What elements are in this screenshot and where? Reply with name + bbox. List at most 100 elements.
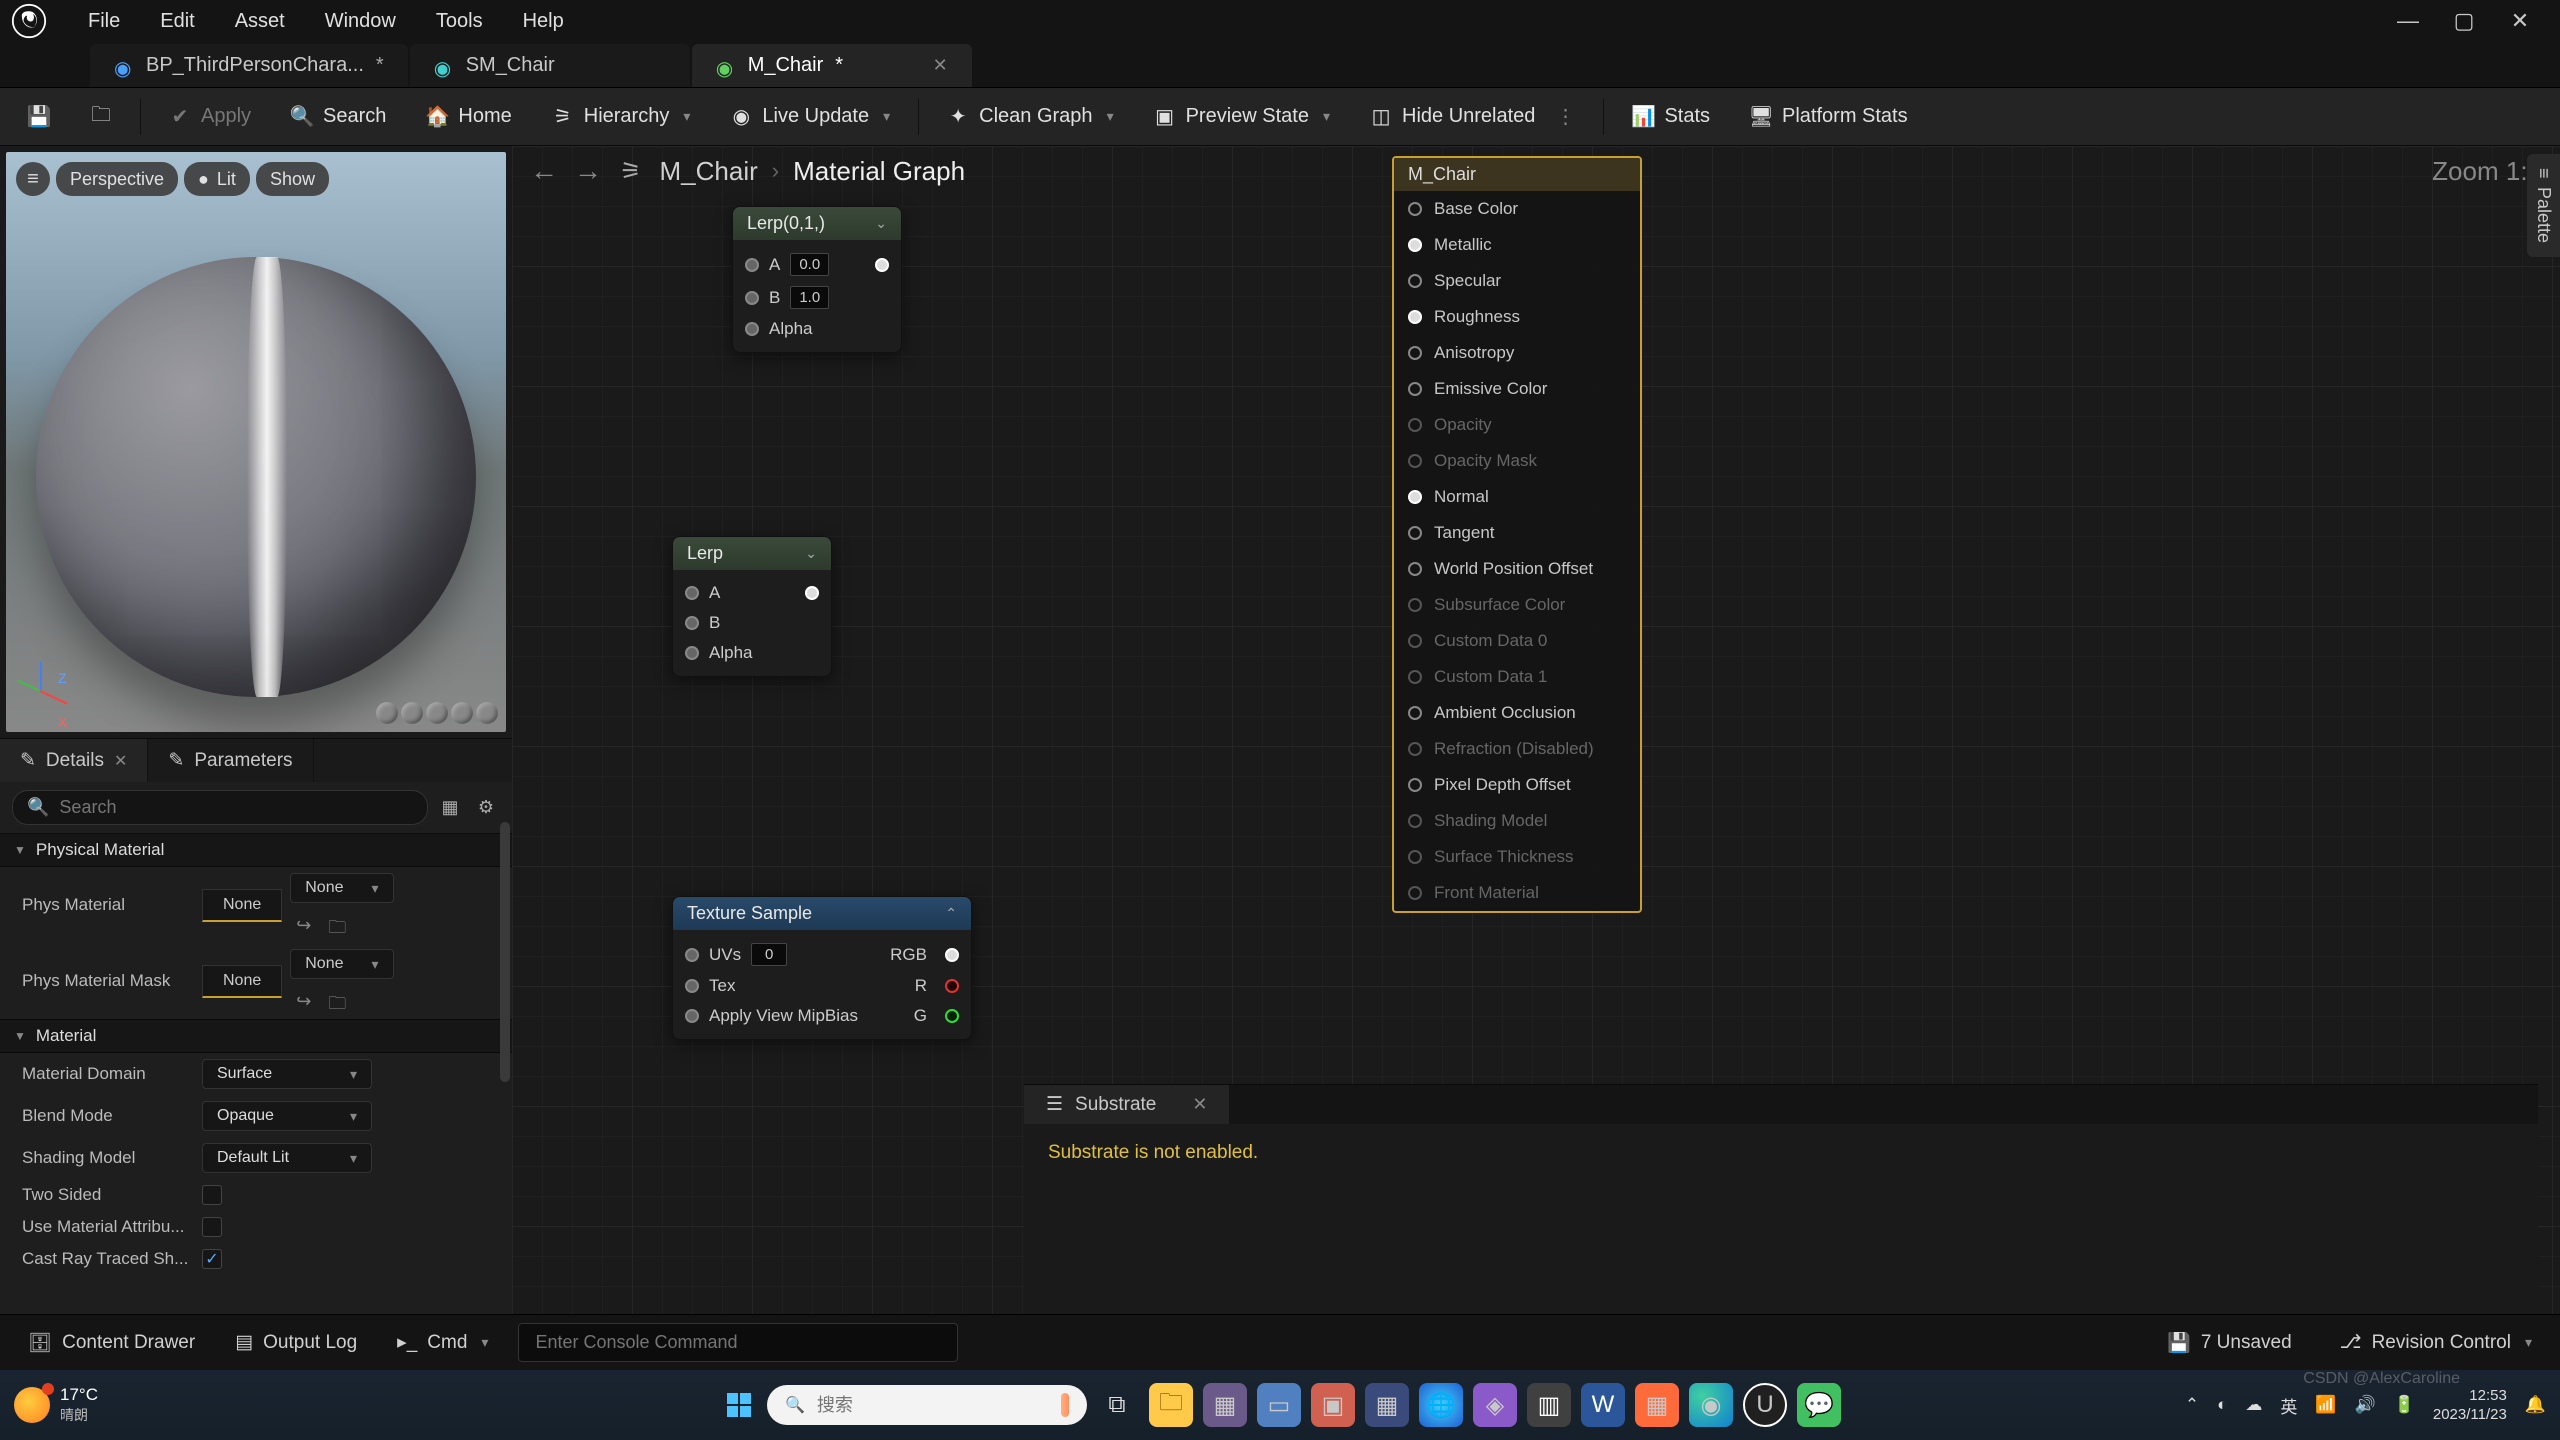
tray-icon[interactable]: ◐ <box>2217 1395 2227 1415</box>
content-drawer-button[interactable]: 🗄Content Drawer <box>18 1325 205 1361</box>
shape-cube-button[interactable] <box>451 702 473 724</box>
menu-tools[interactable]: Tools <box>418 4 501 39</box>
perspective-button[interactable]: Perspective <box>56 162 178 196</box>
pin-in[interactable] <box>685 616 699 630</box>
minimize-button[interactable]: — <box>2392 5 2424 37</box>
close-tab-icon[interactable]: ✕ <box>933 55 948 76</box>
scrollbar-thumb[interactable] <box>500 822 510 1082</box>
details-search-input[interactable]: 🔍 <box>12 790 428 825</box>
app-icon[interactable]: ▣ <box>1311 1383 1355 1427</box>
pin-in[interactable] <box>745 322 759 336</box>
material-domain-dropdown[interactable]: Surface▾ <box>202 1059 372 1089</box>
phys-mask-thumbnail[interactable]: None <box>202 965 282 998</box>
pin-ring[interactable] <box>1408 562 1422 576</box>
tray-chevron-icon[interactable]: ⌃ <box>2185 1395 2199 1415</box>
gear-icon[interactable]: ⚙ <box>472 794 500 822</box>
console-input[interactable] <box>518 1323 958 1362</box>
wifi-icon[interactable]: 📶 <box>2315 1395 2336 1415</box>
pin-rgb[interactable] <box>945 948 959 962</box>
pin-ring[interactable] <box>1408 886 1422 900</box>
blend-mode-dropdown[interactable]: Opaque▾ <box>202 1101 372 1131</box>
show-button[interactable]: Show <box>256 162 329 196</box>
tab-details[interactable]: ✎Details✕ <box>0 739 148 782</box>
weather-widget[interactable]: 17°C晴朗 <box>14 1385 98 1425</box>
visual-studio-icon[interactable]: ◈ <box>1473 1383 1517 1427</box>
kebab-icon[interactable]: ⋮ <box>1555 104 1575 129</box>
pin-in[interactable] <box>685 586 699 600</box>
pin-r[interactable] <box>945 979 959 993</box>
stats-button[interactable]: 📊Stats <box>1620 97 1722 136</box>
pin-ring[interactable] <box>1408 742 1422 756</box>
material-pin[interactable]: Specular <box>1394 263 1640 299</box>
pin-ring[interactable] <box>1408 634 1422 648</box>
phys-material-thumbnail[interactable]: None <box>202 889 282 922</box>
close-icon[interactable]: ✕ <box>114 751 127 771</box>
notifications-icon[interactable]: 🔔 <box>2525 1395 2546 1415</box>
material-pin[interactable]: Pixel Depth Offset <box>1394 767 1640 803</box>
pin-ring[interactable] <box>1408 310 1422 324</box>
clock[interactable]: 12:532023/11/23 <box>2433 1386 2507 1425</box>
pin-ring[interactable] <box>1408 778 1422 792</box>
material-pin[interactable]: Base Color <box>1394 191 1640 227</box>
tab-parameters[interactable]: ✎Parameters <box>148 739 313 782</box>
preview-viewport[interactable]: ≡ Perspective ●Lit Show Z X <box>6 152 506 732</box>
pin-ring[interactable] <box>1408 202 1422 216</box>
material-pin[interactable]: Anisotropy <box>1394 335 1640 371</box>
app-icon[interactable]: ▥ <box>1527 1383 1571 1427</box>
shape-custom-button[interactable] <box>476 702 498 724</box>
material-pin[interactable]: Ambient Occlusion <box>1394 695 1640 731</box>
search-button[interactable]: 🔍Search <box>279 97 398 136</box>
app-icon[interactable]: 🌐 <box>1419 1383 1463 1427</box>
material-pin[interactable]: Opacity Mask <box>1394 443 1640 479</box>
nav-back-icon[interactable]: ← <box>530 155 558 187</box>
pin-value[interactable]: 0.0 <box>790 253 829 276</box>
pin-ring[interactable] <box>1408 526 1422 540</box>
lit-button[interactable]: ●Lit <box>184 162 250 196</box>
unreal-icon[interactable]: U <box>1743 1383 1787 1427</box>
pin-in[interactable] <box>685 646 699 660</box>
cast-ray-checkbox[interactable] <box>202 1249 222 1269</box>
pin-tex[interactable] <box>685 979 699 993</box>
node-header[interactable]: Lerp(0,1,)⌄ <box>733 207 901 240</box>
wechat-icon[interactable]: 💬 <box>1797 1383 1841 1427</box>
category-physical-material[interactable]: ▼Physical Material <box>0 833 512 867</box>
material-pin[interactable]: World Position Offset <box>1394 551 1640 587</box>
pin-ring[interactable] <box>1408 706 1422 720</box>
ime-indicator[interactable]: 英 <box>2280 1393 2297 1418</box>
category-material[interactable]: ▼Material <box>0 1019 512 1053</box>
material-pin[interactable]: Tangent <box>1394 515 1640 551</box>
hierarchy-button[interactable]: ⚞Hierarchy▾ <box>540 97 703 136</box>
use-attr-checkbox[interactable] <box>202 1217 222 1237</box>
pin-ring[interactable] <box>1408 274 1422 288</box>
tab-substrate[interactable]: ☰Substrate✕ <box>1024 1085 1229 1124</box>
palette-tab[interactable]: ≡Palette <box>2527 154 2560 257</box>
start-button[interactable] <box>719 1385 759 1425</box>
node-header[interactable]: Lerp⌄ <box>673 537 831 570</box>
tab-bp-thirdperson[interactable]: ◉ BP_ThirdPersonChara... * <box>90 44 408 87</box>
pin-out[interactable] <box>805 586 819 600</box>
material-pin[interactable]: Surface Thickness <box>1394 839 1640 875</box>
word-icon[interactable]: W <box>1581 1383 1625 1427</box>
volume-icon[interactable]: 🔊 <box>2355 1395 2376 1415</box>
clean-graph-button[interactable]: ✦Clean Graph▾ <box>935 97 1125 136</box>
shading-model-dropdown[interactable]: Default Lit▾ <box>202 1143 372 1173</box>
material-pin[interactable]: Opacity <box>1394 407 1640 443</box>
material-pin[interactable]: Custom Data 1 <box>1394 659 1640 695</box>
unreal-logo-icon[interactable] <box>8 0 50 42</box>
revision-control-button[interactable]: ⎇Revision Control▾ <box>2330 1325 2542 1360</box>
shape-plane-button[interactable] <box>426 702 448 724</box>
phys-mask-dropdown[interactable]: None▾ <box>290 949 393 979</box>
pin-ring[interactable] <box>1408 454 1422 468</box>
material-pin[interactable]: Metallic <box>1394 227 1640 263</box>
taskbar-search[interactable]: 🔍 <box>767 1385 1087 1425</box>
app-icon[interactable]: ▦ <box>1635 1383 1679 1427</box>
maximize-button[interactable]: ▢ <box>2448 5 2480 37</box>
pin-value[interactable]: 1.0 <box>790 286 829 309</box>
menu-asset[interactable]: Asset <box>217 4 303 39</box>
tab-sm-chair[interactable]: ◉ SM_Chair <box>410 44 690 87</box>
unsaved-button[interactable]: 💾7 Unsaved <box>2157 1325 2302 1361</box>
app-icon[interactable]: ▦ <box>1203 1383 1247 1427</box>
nav-forward-icon[interactable]: → <box>574 155 602 187</box>
viewport-menu-icon[interactable]: ≡ <box>16 162 50 196</box>
platform-stats-button[interactable]: 🖥Platform Stats <box>1738 97 1920 136</box>
